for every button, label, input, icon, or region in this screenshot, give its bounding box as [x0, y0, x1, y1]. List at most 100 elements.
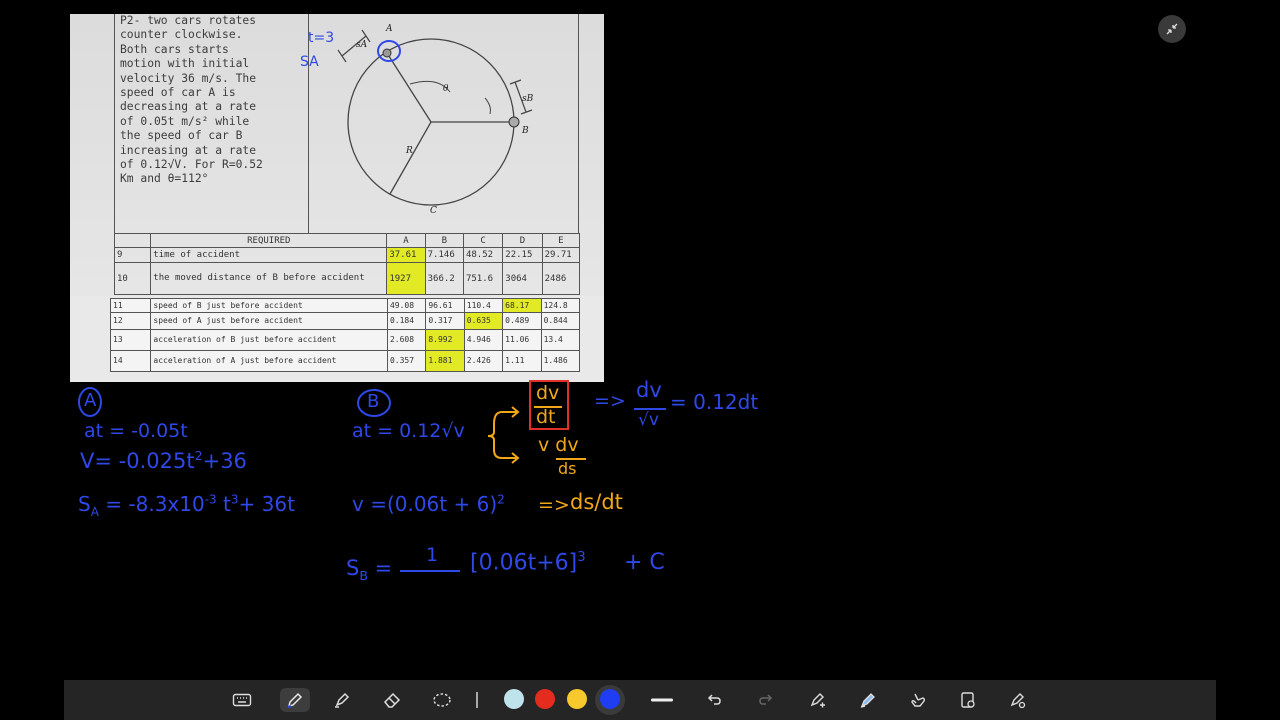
table-cell: 7.146: [424, 247, 464, 263]
ink-eq-b3-lhs: SB =: [346, 556, 393, 584]
ink-eq-b2-rhs: ds/dt: [570, 490, 623, 514]
ink-eq-a3: SA = -8.3x10-3 t3+ 36t: [78, 492, 295, 519]
table-cell: 13.4: [540, 329, 581, 351]
table-cell: 1.881: [425, 350, 465, 372]
table-cell: 110.4: [463, 298, 504, 313]
thickness-icon: [651, 698, 673, 702]
table-cell: 11.06: [502, 329, 542, 351]
table-cell: 0.317: [425, 312, 465, 330]
pen-icon: [287, 692, 303, 708]
table-cell: 751.6: [462, 262, 504, 295]
ink-eq-b3-bracket: [0.06t+6]3: [470, 550, 586, 576]
table-header-cell: E: [541, 233, 581, 248]
pen-toolbar: [64, 680, 1216, 720]
ink-eq-a1: at = -0.05t: [84, 420, 188, 442]
table-header-cell: D: [502, 233, 543, 248]
ink-s-a: SA: [300, 54, 319, 70]
table-cell: 37.61: [386, 247, 426, 263]
table-cell: 0.844: [540, 312, 581, 330]
ink-eq-b1: at = 0.12√v: [352, 420, 465, 442]
table-cell: 366.2: [424, 262, 464, 295]
figure-label-sa: sA: [356, 40, 368, 50]
ink-eq-b3-num: 1: [426, 544, 439, 566]
table-cell: speed of B just before accident: [150, 298, 388, 313]
ink-arrow-1: =>: [594, 390, 626, 412]
figure-label-sb: sB: [522, 94, 534, 104]
shape-tool-button[interactable]: [806, 688, 830, 712]
table-cell: 10: [113, 262, 152, 295]
ink-label-a: A: [84, 390, 97, 411]
keyboard-button[interactable]: [230, 688, 254, 712]
color-swatch-yellow[interactable]: [567, 689, 587, 709]
table-cell: acceleration of A just before accident: [150, 350, 388, 372]
undo-icon: [707, 694, 721, 705]
figure-label-a: A: [386, 24, 393, 34]
page-button[interactable]: [956, 688, 980, 712]
eraser-tool-button[interactable]: [380, 688, 404, 712]
table-cell: 8.992: [425, 329, 465, 351]
table-cell: 29.71: [541, 247, 581, 263]
table-cell: 49.08: [386, 298, 427, 313]
ink-label-b: B: [367, 391, 380, 412]
more-icon: [1010, 693, 1026, 709]
table-cell: 124.8: [540, 298, 581, 313]
table-cell: 2.608: [386, 329, 427, 351]
ink-eq-b2-arrow: =>: [538, 494, 570, 516]
table-cell: 0.635: [463, 312, 504, 330]
table-header-cell: A: [386, 233, 426, 248]
table-cell: 1.11: [502, 350, 542, 372]
table-cell: 13: [109, 329, 152, 351]
undo-button[interactable]: [702, 688, 726, 712]
more-tools-button[interactable]: [1006, 688, 1030, 712]
ink-frac2-den: ds: [558, 459, 577, 478]
toolbar-divider: [476, 692, 478, 708]
results-table-bottom: 11 speed of B just before accident 49.08…: [109, 298, 581, 372]
table-row: 9 time of accident 37.61 7.146 48.52 22.…: [113, 247, 581, 263]
table-cell: 11: [109, 298, 152, 313]
table-cell: 0.489: [502, 312, 542, 330]
table-cell: 4.946: [463, 329, 504, 351]
table-header-cell: C: [462, 233, 504, 248]
table-cell: 96.61: [425, 298, 465, 313]
ink-frac2-num: v dv: [538, 434, 579, 456]
table-header-cell: B: [424, 233, 464, 248]
table-row: 10 the moved distance of B before accide…: [113, 262, 581, 295]
ruler-tool-button[interactable]: [856, 688, 880, 712]
ink-frac1-num: dv: [536, 382, 560, 404]
highlighter-icon: [335, 692, 350, 708]
table-cell: 0.184: [386, 312, 427, 330]
results-table-top: REQUIRED A B C D E 9 time of accident 37…: [113, 233, 581, 295]
color-swatch-light-blue[interactable]: [504, 689, 524, 709]
highlighter-tool-button[interactable]: [330, 688, 354, 712]
page-icon: [961, 692, 975, 708]
ink-frac3-num: dv: [636, 378, 662, 402]
table-cell: 1927: [386, 262, 426, 295]
table-cell: 2.426: [463, 350, 504, 372]
lasso-icon: [433, 693, 451, 707]
ink-eq-b3-bar: [400, 570, 460, 572]
color-swatch-red[interactable]: [535, 689, 555, 709]
table-cell: 22.15: [502, 247, 543, 263]
table-header-cell: [113, 233, 152, 248]
redo-button[interactable]: [754, 688, 778, 712]
color-swatch-blue[interactable]: [600, 689, 620, 709]
touch-writing-button[interactable]: [906, 688, 930, 712]
table-cell: 12: [109, 312, 152, 330]
exit-fullscreen-button[interactable]: [1158, 15, 1186, 43]
ink-frac1-den: dt: [536, 406, 556, 428]
ink-brace: [487, 406, 520, 464]
ink-eq-a2: V= -0.025t2+36: [80, 448, 247, 473]
table-row: 14 acceleration of A just before acciden…: [109, 350, 581, 372]
lasso-tool-button[interactable]: [430, 688, 454, 712]
collapse-icon: [1166, 23, 1178, 35]
pen-tool-button[interactable]: [280, 688, 310, 712]
ink-frac3-den: √v: [638, 410, 659, 430]
thickness-button[interactable]: [650, 688, 674, 712]
figure-label-b: B: [522, 126, 529, 136]
figure-label-r: R: [406, 146, 413, 156]
table-cell: 48.52: [462, 247, 504, 263]
table-cell: 14: [109, 350, 152, 372]
figure-label-theta: θ: [443, 84, 449, 94]
table-row: 13 acceleration of B just before acciden…: [109, 329, 581, 351]
ink-t-equals-3: t=3: [308, 30, 335, 46]
